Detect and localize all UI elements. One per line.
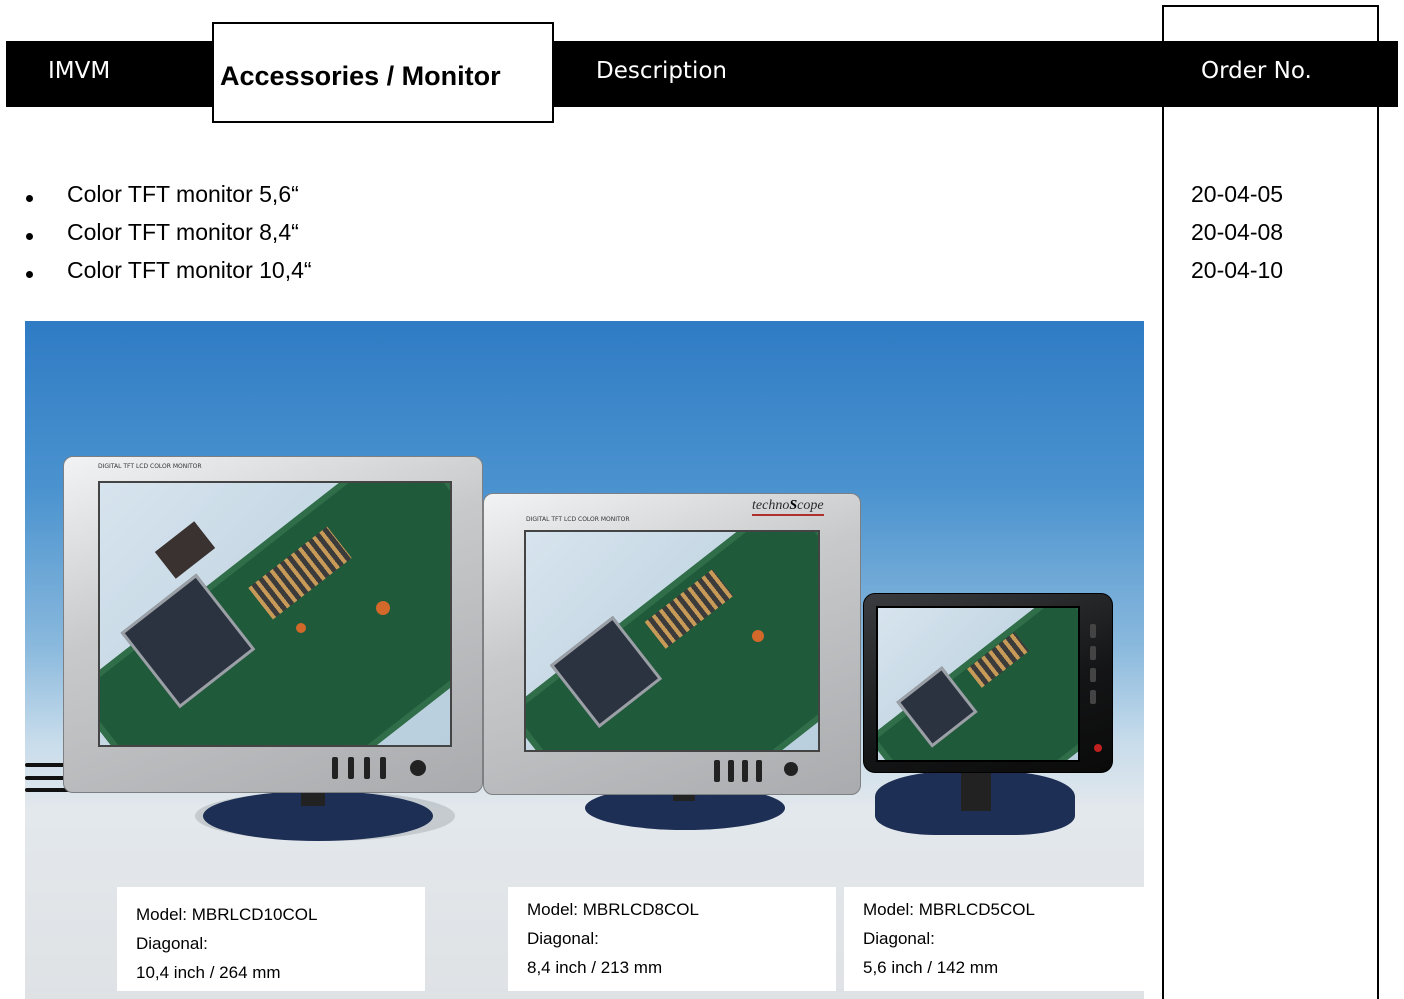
model-name: Model: MBRLCD8COL: [527, 900, 699, 919]
diagonal-label: Diagonal:: [863, 929, 935, 948]
monitor-screen: [98, 481, 452, 747]
power-knob: [410, 760, 426, 776]
monitor-8-inch: technoScope DIGITAL TFT LCD COLOR MONITO…: [483, 493, 861, 795]
monitor-button: [1090, 646, 1096, 660]
monitor-button: [348, 757, 354, 779]
diagonal-value: 10,4 inch / 264 mm: [136, 963, 281, 982]
diagonal-label: Diagonal:: [527, 929, 599, 948]
product-photo: DIGITAL TFT LCD COLOR MONITOR technoScop…: [25, 321, 1144, 999]
stand-pole: [961, 771, 991, 811]
order-column-top-border: [1162, 5, 1379, 7]
order-column-right-border: [1377, 5, 1379, 999]
monitor-5-inch: [863, 593, 1113, 773]
diagonal-label: Diagonal:: [136, 934, 208, 953]
power-knob: [784, 762, 798, 776]
model-name: Model: MBRLCD5COL: [863, 900, 1035, 919]
component: [154, 521, 216, 579]
monitor-button: [714, 760, 720, 782]
item-label: Color TFT monitor 10,4“: [67, 257, 312, 283]
page-title: Accessories / Monitor: [220, 61, 501, 91]
solder-pad: [296, 623, 306, 633]
solder-pad: [376, 601, 390, 615]
order-column-left-border: [1162, 5, 1164, 999]
monitor-screen: [524, 530, 820, 752]
model-name: Model: MBRLCD10COL: [136, 905, 318, 924]
header-order-no: Order No.: [1201, 58, 1312, 84]
bullet-icon: [26, 195, 33, 202]
monitor-button: [742, 760, 748, 782]
header-description: Description: [596, 58, 727, 84]
monitor-screen: [876, 606, 1080, 762]
diagonal-value: 5,6 inch / 142 mm: [863, 958, 999, 977]
technoscope-logo: technoScope: [752, 498, 824, 516]
bullet-icon: [26, 271, 33, 278]
order-number: 20-04-10: [1191, 257, 1284, 283]
power-led-icon: [1094, 744, 1102, 752]
header-imvm: IMVM: [48, 58, 111, 84]
caption-8-inch: Model: MBRLCD8COL Diagonal: 8,4 inch / 2…: [508, 887, 836, 991]
monitor-button: [1090, 668, 1096, 682]
caption-5-inch: Model: MBRLCD5COL Diagonal: 5,6 inch / 1…: [844, 887, 1144, 991]
bullet-icon: [26, 233, 33, 240]
order-number: 20-04-05: [1191, 181, 1284, 207]
monitor-button: [728, 760, 734, 782]
item-label: Color TFT monitor 5,6“: [67, 181, 299, 207]
caption-10-inch: Model: MBRLCD10COL Diagonal: 10,4 inch /…: [117, 887, 425, 991]
monitor-10-inch: DIGITAL TFT LCD COLOR MONITOR: [63, 456, 483, 793]
monitor-caption: DIGITAL TFT LCD COLOR MONITOR: [526, 516, 630, 523]
order-number: 20-04-08: [1191, 219, 1284, 245]
monitor-button: [364, 757, 370, 779]
monitor-button: [756, 760, 762, 782]
monitor-button: [1090, 690, 1096, 704]
monitor-maker-text: [214, 753, 216, 760]
diagonal-value: 8,4 inch / 213 mm: [527, 958, 663, 977]
monitor-button: [380, 757, 386, 779]
solder-pad: [752, 630, 764, 642]
item-label: Color TFT monitor 8,4“: [67, 219, 299, 245]
monitor-button: [1090, 624, 1096, 638]
title-box: Accessories / Monitor: [212, 22, 554, 123]
monitor-caption: DIGITAL TFT LCD COLOR MONITOR: [98, 463, 202, 470]
monitor-button: [332, 757, 338, 779]
